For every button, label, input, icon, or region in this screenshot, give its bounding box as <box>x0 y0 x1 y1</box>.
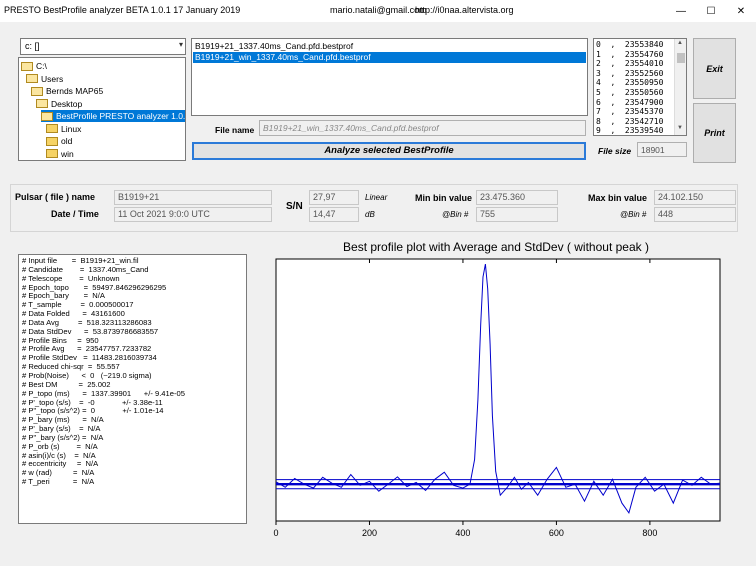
folder-icon <box>46 149 58 158</box>
window-controls: — ☐ ✕ <box>666 0 756 22</box>
value-list-row[interactable]: 4 , 23550950 <box>596 78 663 87</box>
dirtree-item-label: Bernds MAP65 <box>46 86 104 96</box>
date-time-label: Date / Time <box>51 209 99 219</box>
folder-open-icon <box>41 111 53 121</box>
sn-db-unit: dB <box>365 210 375 219</box>
sn-db-field: 14,47 <box>309 207 359 222</box>
sn-linear-unit: Linear <box>365 193 388 202</box>
dirtree-item[interactable]: old <box>46 135 72 147</box>
dirtree-item-label: Desktop <box>51 98 83 109</box>
drive-select[interactable]: c: [] ▾ <box>20 38 186 55</box>
value-list-row[interactable]: 1 , 23554760 <box>596 50 663 59</box>
app-title: PRESTO BestProfile analyzer BETA 1.0.1 1… <box>4 5 241 15</box>
directory-tree[interactable]: C:\ Users Bernds MAP65 Desktop BestProfile P… <box>18 57 186 161</box>
max-bin-value-field: 24.102.150 <box>654 190 736 205</box>
max-bin-index-field: 448 <box>654 207 736 222</box>
value-list-row[interactable]: 3 , 23552560 <box>596 69 663 78</box>
max-bin-label: Max bin value <box>588 193 648 203</box>
file-size-field: 18901 <box>637 142 687 157</box>
value-list-row[interactable]: 6 , 23547900 <box>596 98 663 107</box>
bestprof-parameters: # Input file = B1919+21_win.fil # Candida… <box>18 254 247 524</box>
x-tick-label: 600 <box>549 528 564 538</box>
x-tick-label: 400 <box>455 528 470 538</box>
dirtree-item[interactable]: C:\ <box>21 60 47 72</box>
file-list-item[interactable]: B1919+21_win_1337.40ms_Cand.pfd.bestprof <box>193 52 586 63</box>
x-tick-label: 0 <box>273 528 278 538</box>
minimize-button[interactable]: — <box>666 0 696 22</box>
value-list-row[interactable]: 9 , 23539540 <box>596 126 663 135</box>
dirtree-item[interactable]: Users <box>26 73 63 85</box>
value-list-row[interactable]: 0 , 23553840 <box>596 40 663 49</box>
value-list-row[interactable]: 7 , 23545370 <box>596 107 663 116</box>
dirtree-item-label: C:\ <box>36 61 47 71</box>
dirtree-item-label: win <box>61 148 74 159</box>
dirtree-item[interactable]: Desktop <box>36 98 82 110</box>
dirtree-item-label: BestProfile PRESTO analyzer 1.0.1.e <box>56 111 186 121</box>
date-time-field: 11 Oct 2021 9:0:0 UTC <box>114 207 272 222</box>
min-bin-label: Min bin value <box>415 193 473 203</box>
scrollbar-thumb[interactable] <box>677 53 685 63</box>
author-email: mario.natali@gmail.com <box>330 5 427 15</box>
pulsar-name-field: B1919+21 <box>114 190 272 205</box>
file-size-label: File size <box>598 146 632 156</box>
folder-icon <box>46 136 58 146</box>
folder-icon <box>46 124 58 133</box>
min-bin-index-field: 755 <box>476 207 558 222</box>
profile-plot: 0 200 400 600 800 Best profile plot with Ave… <box>256 238 746 542</box>
dirtree-item-label: Users <box>41 73 64 84</box>
file-name-label: File name <box>215 125 255 135</box>
exit-button[interactable]: Exit <box>693 38 736 99</box>
dirtree-item[interactable]: Linux <box>46 123 81 135</box>
bin-value-list[interactable]: ▲ ▼ 0 , 23553840 1 , 23554760 2 , 23554010… <box>593 38 687 136</box>
author-website: http://i0naa.altervista.org <box>415 5 514 15</box>
analyze-button[interactable]: Analyze selected BestProfile <box>192 142 586 160</box>
sn-linear-field: 27,97 <box>309 190 359 205</box>
dirtree-item[interactable]: win <box>46 148 74 160</box>
file-list-item[interactable]: B1919+21_1337.40ms_Cand.pfd.bestprof <box>193 41 586 52</box>
value-list-row[interactable]: 2 , 23554010 <box>596 59 663 68</box>
parameter-line: # T_peri = N/A <box>22 477 95 487</box>
value-list-scrollbar[interactable]: ▲ ▼ <box>674 39 686 135</box>
pulsar-info-panel: Pulsar ( file ) name B1919+21 Date / Tim… <box>10 184 738 232</box>
value-list-row[interactable]: 8 , 23542710 <box>596 117 663 126</box>
max-bin-at-label: @Bin # <box>620 210 647 219</box>
x-tick-label: 200 <box>362 528 377 538</box>
scroll-up-icon[interactable]: ▲ <box>677 40 683 46</box>
maximize-button[interactable]: ☐ <box>696 0 726 22</box>
chevron-down-icon[interactable]: ▾ <box>179 40 183 49</box>
dirtree-item-label: old <box>61 136 73 146</box>
file-name-field[interactable]: B1919+21_win_1337.40ms_Cand.pfd.bestprof <box>259 120 586 136</box>
print-button[interactable]: Print <box>693 103 736 163</box>
file-list[interactable]: B1919+21_1337.40ms_Cand.pfd.bestprof B191… <box>191 38 588 116</box>
folder-open-icon <box>21 61 33 71</box>
dirtree-item[interactable]: Bernds MAP65 <box>31 85 103 97</box>
close-button[interactable]: ✕ <box>726 0 756 22</box>
scroll-down-icon[interactable]: ▼ <box>677 125 683 131</box>
sn-label: S/N <box>286 201 303 212</box>
pulsar-name-label: Pulsar ( file ) name <box>15 192 96 202</box>
folder-open-icon <box>31 86 43 96</box>
dirtree-item[interactable]: BestProfile PRESTO analyzer 1.0.1.e <box>41 110 186 122</box>
x-tick-label: 800 <box>642 528 657 538</box>
plot-title: Best profile plot with Average and StdDe… <box>343 240 649 254</box>
folder-open-icon <box>36 99 48 108</box>
min-bin-at-label: @Bin # <box>442 210 469 219</box>
min-bin-value-field: 23.475.360 <box>476 190 558 205</box>
folder-open-icon <box>26 74 38 83</box>
drive-value: c: [] <box>25 41 40 51</box>
dirtree-item-label: Linux <box>61 123 82 134</box>
profile-plot-svg: 0 200 400 600 800 <box>273 258 721 538</box>
title-bar: PRESTO BestProfile analyzer BETA 1.0.1 1… <box>0 0 756 22</box>
value-list-row[interactable]: 5 , 23550560 <box>596 88 663 97</box>
